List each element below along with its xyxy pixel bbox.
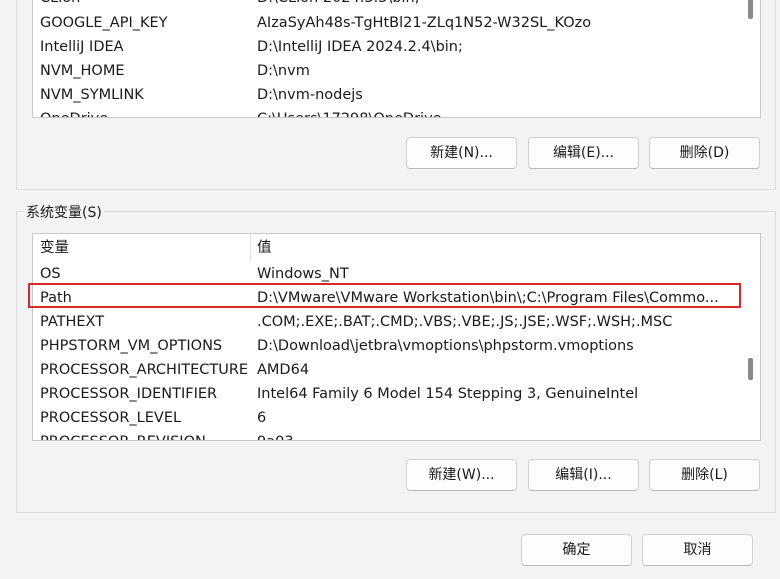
variable-value: AIzaSyAh48s-TgHtBl21-ZLq1N52-W32SL_KOzo <box>257 15 592 31</box>
system-edit-button[interactable]: 编辑(I)... <box>528 459 639 491</box>
list-item[interactable]: PROCESSOR_LEVEL 6 <box>33 406 733 430</box>
user-edit-button[interactable]: 编辑(E)... <box>528 137 639 169</box>
header-variable[interactable]: 变量 <box>40 234 69 262</box>
ok-button[interactable]: 确定 <box>521 534 632 566</box>
header-value[interactable]: 值 <box>257 234 272 262</box>
system-delete-button[interactable]: 删除(L) <box>649 459 760 491</box>
list-item-path[interactable]: Path D:\VMware\VMware Workstation\bin\;C… <box>33 286 733 310</box>
variable-value: 9a03 <box>257 430 737 440</box>
variable-value: 6 <box>257 410 267 426</box>
variable-value: D:\IntelliJ IDEA 2024.2.4\bin; <box>257 39 463 55</box>
variable-value: Windows_NT <box>257 266 349 282</box>
variable-value: D:\CLion 2024.3.3\bin; <box>257 0 737 10</box>
list-item[interactable]: NVM_SYMLINK D:\nvm-nodejs <box>33 83 733 107</box>
variable-name: CLion <box>40 0 80 10</box>
variable-name: GOOGLE_API_KEY <box>40 15 168 31</box>
variable-value: D:\VMware\VMware Workstation\bin\;C:\Pro… <box>257 290 719 306</box>
variable-name: PHPSTORM_VM_OPTIONS <box>40 338 223 354</box>
variable-name: NVM_HOME <box>40 63 125 79</box>
user-new-button[interactable]: 新建(N)... <box>406 137 517 169</box>
scroll-thumb[interactable] <box>748 358 753 380</box>
variable-name: OneDrive <box>40 107 108 117</box>
variable-value: C:\Users\17298\OneDrive <box>257 107 737 117</box>
system-new-button[interactable]: 新建(W)... <box>406 459 517 491</box>
list-item[interactable]: PROCESSOR_REVISION 9a03 <box>33 430 733 440</box>
system-list-scrollbar[interactable] <box>738 234 760 440</box>
variable-value: AMD64 <box>257 362 310 378</box>
variable-name: NVM_SYMLINK <box>40 87 144 103</box>
variable-value: Intel64 Family 6 Model 154 Stepping 3, G… <box>257 386 639 402</box>
variable-value: D:\Download\jetbra\vmoptions\phpstorm.vm… <box>257 338 634 354</box>
variable-value: D:\nvm-nodejs <box>257 87 363 103</box>
variable-value: .COM;.EXE;.BAT;.CMD;.VBS;.VBE;.JS;.JSE;.… <box>257 314 673 330</box>
variable-name: PATHEXT <box>40 314 105 330</box>
list-item[interactable]: OneDrive C:\Users\17298\OneDrive <box>33 107 733 117</box>
list-item[interactable]: PROCESSOR_ARCHITECTURE AMD64 <box>33 358 733 382</box>
variable-name: IntelliJ IDEA <box>40 39 124 55</box>
list-header: 变量 值 <box>33 234 737 263</box>
user-variables-list[interactable]: CLion D:\CLion 2024.3.3\bin; GOOGLE_API_… <box>32 0 761 118</box>
list-item[interactable]: OS Windows_NT <box>33 262 733 286</box>
cancel-button[interactable]: 取消 <box>642 534 753 566</box>
list-item[interactable]: PATHEXT .COM;.EXE;.BAT;.CMD;.VBS;.VBE;.J… <box>33 310 733 334</box>
variable-name: PROCESSOR_LEVEL <box>40 410 182 426</box>
list-item[interactable]: IntelliJ IDEA D:\IntelliJ IDEA 2024.2.4\… <box>33 35 733 59</box>
list-item[interactable]: CLion D:\CLion 2024.3.3\bin; <box>33 0 733 10</box>
variable-name: OS <box>40 266 61 282</box>
scroll-thumb[interactable] <box>748 0 753 19</box>
list-item[interactable]: NVM_HOME D:\nvm <box>33 59 733 83</box>
system-variables-title: 系统变量(S) <box>24 202 104 222</box>
list-item[interactable]: GOOGLE_API_KEY AIzaSyAh48s-TgHtBl21-ZLq1… <box>33 11 733 35</box>
variable-name: Path <box>40 290 72 306</box>
user-list-scrollbar[interactable] <box>738 0 760 117</box>
variable-name: PROCESSOR_IDENTIFIER <box>40 386 218 402</box>
variable-name: PROCESSOR_REVISION <box>40 430 206 440</box>
user-delete-button[interactable]: 删除(D) <box>649 137 760 169</box>
variable-value: D:\nvm <box>257 63 310 79</box>
environment-variables-dialog: CLion D:\CLion 2024.3.3\bin; GOOGLE_API_… <box>0 0 780 579</box>
list-item[interactable]: PROCESSOR_IDENTIFIER Intel64 Family 6 Mo… <box>33 382 733 406</box>
column-divider[interactable] <box>250 234 251 262</box>
system-variables-list[interactable]: 变量 值 OS Windows_NT Path D:\VMware\VMware… <box>32 233 761 441</box>
list-item[interactable]: PHPSTORM_VM_OPTIONS D:\Download\jetbra\v… <box>33 334 733 358</box>
variable-name: PROCESSOR_ARCHITECTURE <box>40 362 249 378</box>
